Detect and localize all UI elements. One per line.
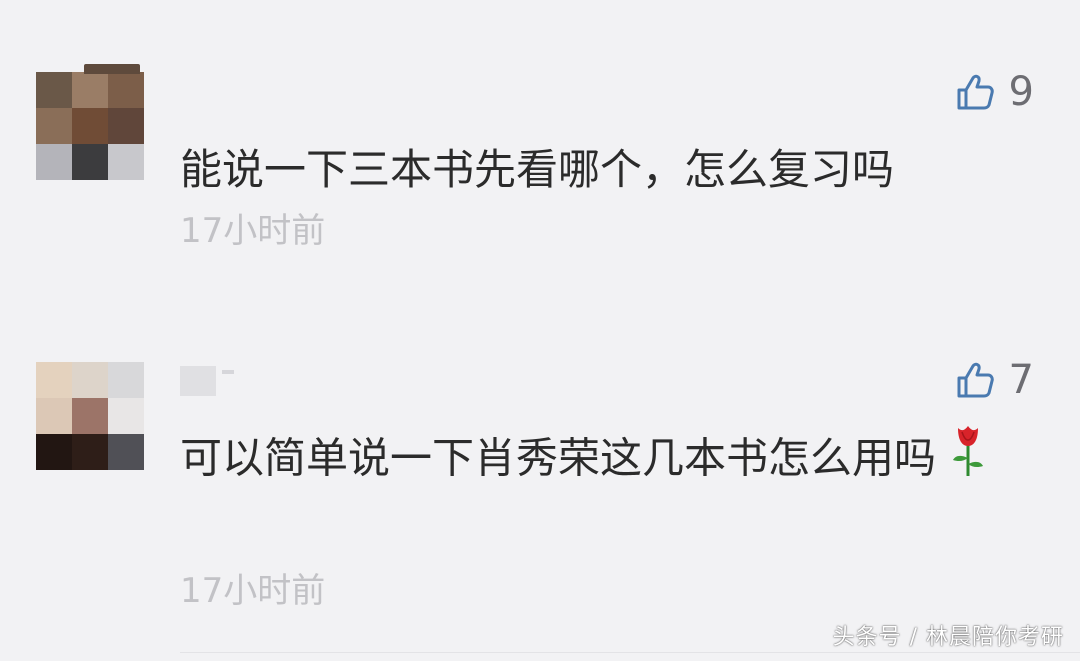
like-button[interactable]: 7 xyxy=(955,360,1034,400)
avatar-tile xyxy=(36,108,72,144)
comment-text-content: 可以简单说一下肖秀荣这几本书怎么用吗 xyxy=(180,433,937,483)
comment-time: 17小时前 xyxy=(180,571,326,611)
avatar-tile xyxy=(72,362,108,398)
avatar-tile xyxy=(36,362,72,398)
avatar[interactable] xyxy=(36,72,144,180)
avatar-tile xyxy=(108,108,144,144)
username-blur-block xyxy=(222,370,234,374)
divider xyxy=(180,652,1080,653)
username-blurred[interactable] xyxy=(180,366,234,396)
username-blur-block xyxy=(180,366,216,396)
avatar-tile xyxy=(72,144,108,180)
comment-text-content: 能说一下三本书先看哪个，怎么复习吗 xyxy=(180,145,895,194)
avatar-tile xyxy=(72,108,108,144)
avatar[interactable] xyxy=(36,362,144,470)
avatar-tile xyxy=(72,398,108,434)
comment-text: 能说一下三本书先看哪个，怎么复习吗 xyxy=(180,134,1010,206)
avatar-tile xyxy=(36,434,72,470)
avatar-tile xyxy=(108,434,144,470)
thumbs-up-icon[interactable] xyxy=(955,360,995,400)
like-button[interactable]: 9 xyxy=(955,72,1034,112)
watermark: 头条号 / 林晨陪你考研 xyxy=(832,625,1064,650)
rose-icon xyxy=(950,422,986,500)
thumbs-up-icon[interactable] xyxy=(955,72,995,112)
avatar-tile xyxy=(108,72,144,108)
avatar-tile xyxy=(108,362,144,398)
avatar-tile xyxy=(36,72,72,108)
avatar-tile xyxy=(72,434,108,470)
comment-text: 可以简单说一下肖秀荣这几本书怎么用吗 xyxy=(180,422,1010,500)
avatar-decoration xyxy=(84,64,140,74)
avatar-tile xyxy=(108,398,144,434)
like-count: 9 xyxy=(1008,69,1034,115)
avatar-tile xyxy=(36,144,72,180)
avatar-tile xyxy=(108,144,144,180)
like-count: 7 xyxy=(1008,357,1034,403)
comment-time: 17小时前 xyxy=(180,211,326,251)
avatar-tile xyxy=(36,398,72,434)
avatar-tile xyxy=(72,72,108,108)
